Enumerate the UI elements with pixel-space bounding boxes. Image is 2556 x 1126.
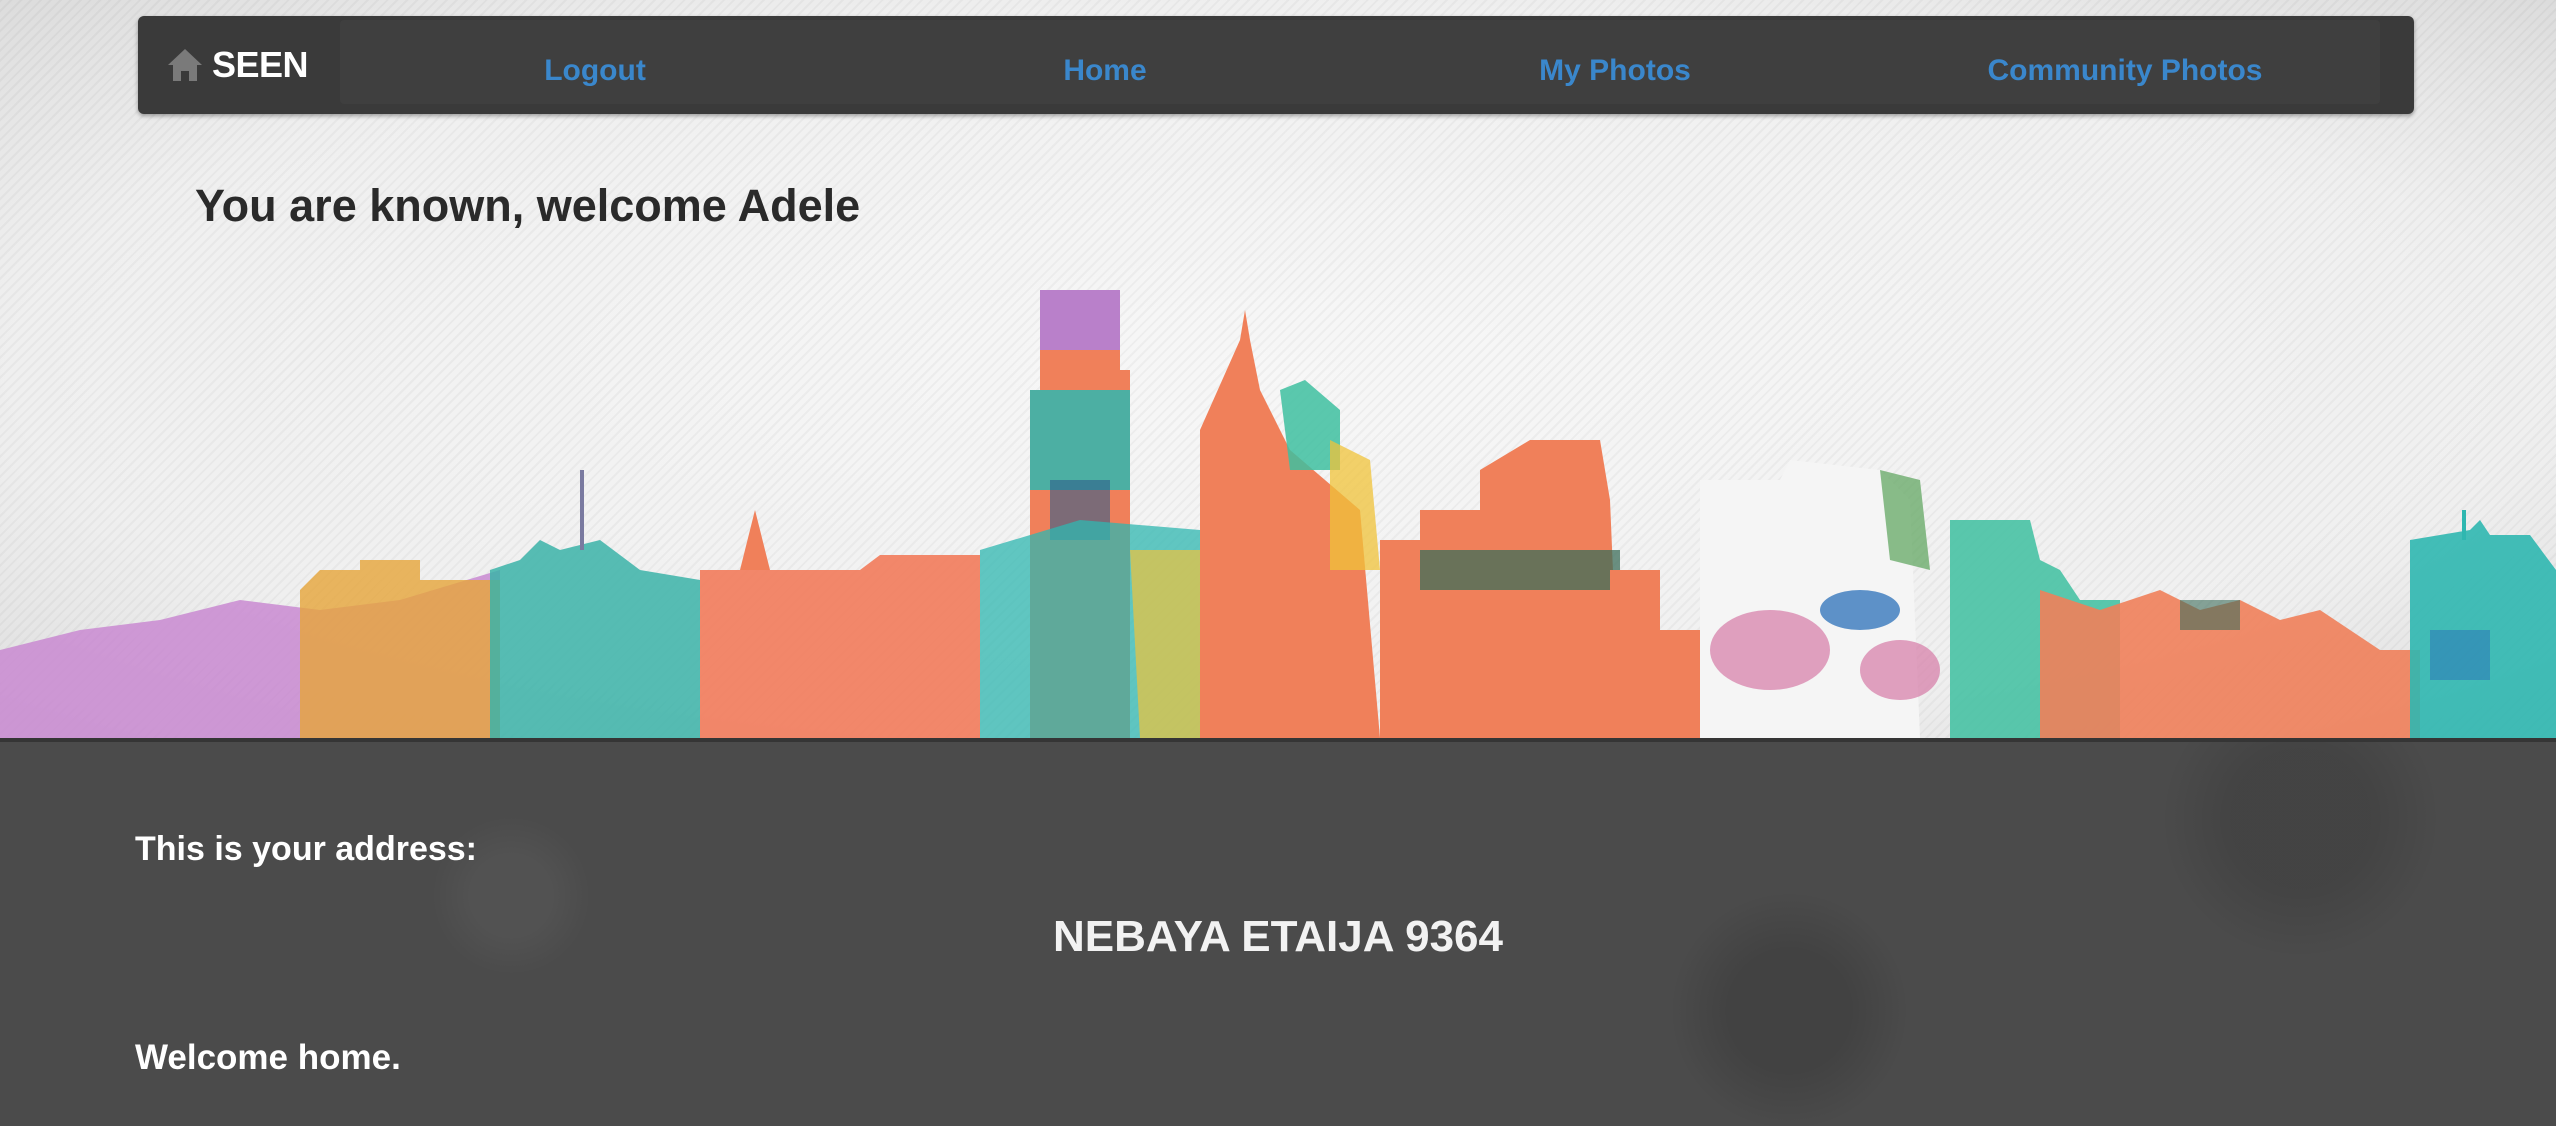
- nav-links: Logout Home My Photos Community Photos: [340, 20, 2380, 104]
- home-icon: [168, 49, 202, 81]
- brand-name: SEEN: [212, 44, 309, 85]
- address-panel: This is your address: NEBAYA ETAIJA 9364…: [0, 738, 2556, 1126]
- nav-home[interactable]: Home: [850, 20, 1360, 104]
- navbar: SEEN Logout Home My Photos Community Pho…: [138, 16, 2414, 114]
- nav-community-photos[interactable]: Community Photos: [1870, 20, 2380, 104]
- address-label: This is your address:: [135, 830, 477, 868]
- welcome-home-text: Welcome home.: [135, 1038, 401, 1077]
- nav-my-photos[interactable]: My Photos: [1360, 20, 1870, 104]
- brand[interactable]: SEEN: [138, 16, 338, 114]
- hero-section: SEEN Logout Home My Photos Community Pho…: [0, 0, 2556, 738]
- welcome-heading: You are known, welcome Adele: [195, 180, 861, 231]
- address-value: NEBAYA ETAIJA 9364: [1053, 912, 1503, 961]
- city-skyline-illustration: [0, 290, 2556, 738]
- nav-logout[interactable]: Logout: [340, 20, 850, 104]
